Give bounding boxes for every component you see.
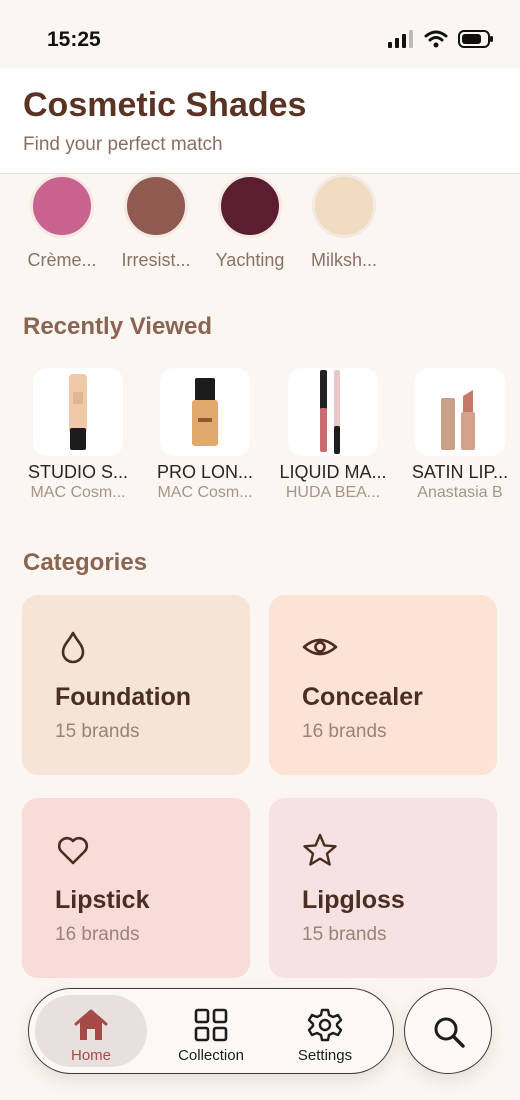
category-card-foundation[interactable]: Foundation 15 brands xyxy=(22,595,250,775)
category-count: 16 brands xyxy=(302,721,387,742)
app-subtitle: Find your perfect match xyxy=(23,134,223,155)
category-card-lipstick[interactable]: Lipstick 16 brands xyxy=(22,798,250,978)
product-image xyxy=(288,368,378,456)
tab-collection[interactable]: Collection xyxy=(155,995,267,1067)
search-button[interactable] xyxy=(404,988,492,1074)
status-bar: 15:25 xyxy=(0,0,520,68)
category-name: Lipgloss xyxy=(302,886,405,914)
shade-swatch xyxy=(124,174,188,238)
tab-settings[interactable]: Settings xyxy=(269,995,381,1067)
shade-item[interactable]: Irresist... xyxy=(110,174,202,271)
category-count: 16 brands xyxy=(55,924,140,945)
battery-icon xyxy=(458,30,493,48)
product-brand: MAC Cosm... xyxy=(157,484,253,501)
shade-name: Irresist... xyxy=(121,250,191,270)
category-name: Concealer xyxy=(302,683,423,711)
status-time: 15:25 xyxy=(47,28,101,51)
home-icon xyxy=(74,1009,108,1040)
tab-label: Settings xyxy=(297,1047,353,1064)
product-name: LIQUID MA... xyxy=(279,462,387,482)
search-icon xyxy=(434,1017,465,1048)
wifi-icon xyxy=(424,30,448,48)
product-name: PRO LON... xyxy=(156,462,254,482)
product-name: STUDIO S... xyxy=(27,462,128,482)
recently-viewed-title: Recently Viewed xyxy=(23,313,212,340)
product-brand: Anastasia B xyxy=(417,484,503,501)
product-image xyxy=(33,368,123,456)
tab-home[interactable]: Home xyxy=(35,995,147,1067)
product-image xyxy=(415,368,505,456)
tab-label: Collection xyxy=(178,1047,244,1064)
product-image xyxy=(160,368,250,456)
product-name: SATIN LIP... xyxy=(411,462,509,482)
shade-row: Crème... Irresist... Yachting Milksh... xyxy=(0,174,520,274)
status-icons xyxy=(388,30,494,48)
signal-icon xyxy=(388,30,413,48)
app-header: Cosmetic Shades Find your perfect match xyxy=(0,68,520,174)
recent-product[interactable]: STUDIO S... MAC Cosm... xyxy=(16,368,140,502)
shade-swatch xyxy=(218,174,282,238)
product-brand: MAC Cosm... xyxy=(30,484,126,501)
recent-product[interactable]: LIQUID MA... HUDA BEA... xyxy=(271,368,395,502)
recent-product[interactable]: PRO LON... MAC Cosm... xyxy=(143,368,267,502)
shade-name: Milksh... xyxy=(310,250,377,270)
eye-icon xyxy=(302,638,338,656)
app-title: Cosmetic Shades xyxy=(23,86,307,124)
recent-product[interactable]: SATIN LIP... Anastasia B xyxy=(398,368,520,502)
product-brand: HUDA BEA... xyxy=(285,484,381,501)
tab-bar: Home Collection Settings xyxy=(28,988,394,1074)
shade-name: Yachting xyxy=(215,250,285,270)
category-card-lipgloss[interactable]: Lipgloss 15 brands xyxy=(269,798,497,978)
star-icon xyxy=(303,833,337,866)
shade-swatch xyxy=(30,174,94,238)
category-card-concealer[interactable]: Concealer 16 brands xyxy=(269,595,497,775)
shade-name: Crème... xyxy=(27,250,97,270)
gear-icon xyxy=(307,1008,343,1042)
category-name: Lipstick xyxy=(55,886,150,914)
shade-item[interactable]: Yachting xyxy=(204,174,296,271)
category-count: 15 brands xyxy=(55,721,140,742)
categories-title: Categories xyxy=(23,549,148,576)
shade-item[interactable]: Crème... xyxy=(16,174,108,271)
tab-label: Home xyxy=(70,1047,111,1064)
heart-icon xyxy=(57,836,89,865)
recently-viewed-row: STUDIO S... MAC Cosm... PRO LON... MAC C… xyxy=(0,368,520,508)
shade-swatch xyxy=(312,174,376,238)
shade-item[interactable]: Milksh... xyxy=(298,174,390,271)
drop-icon xyxy=(61,631,85,664)
category-count: 15 brands xyxy=(302,924,387,945)
grid-icon xyxy=(194,1008,228,1042)
category-name: Foundation xyxy=(55,683,192,711)
